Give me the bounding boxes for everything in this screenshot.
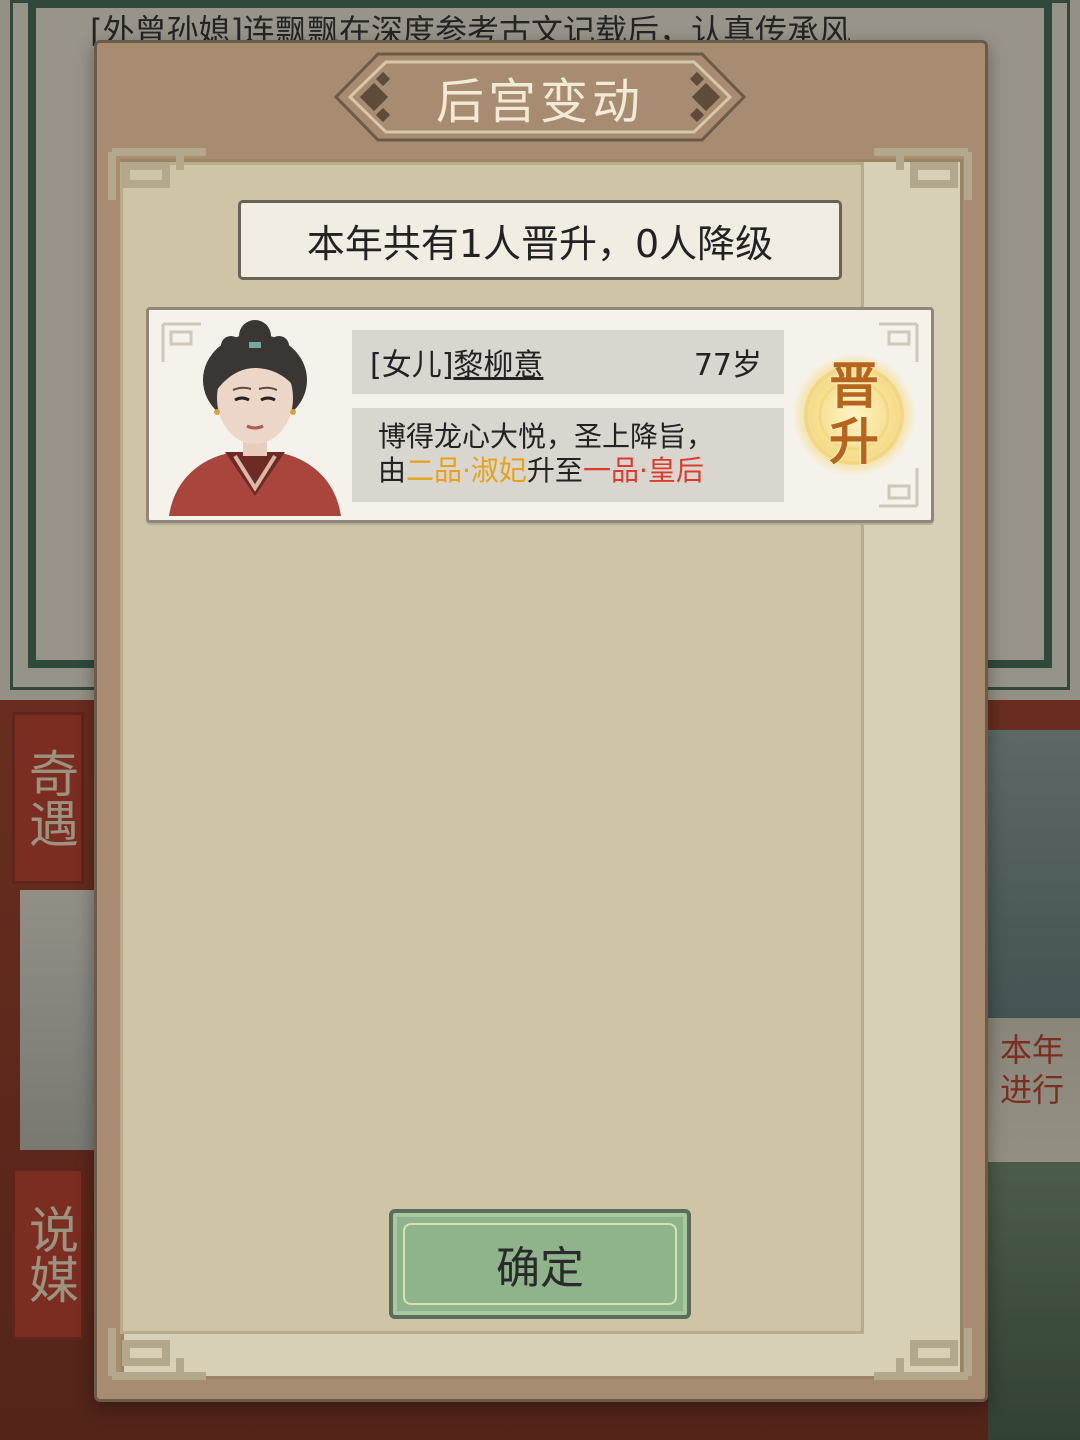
character-info-bar: [女儿]黎柳意 77岁: [352, 330, 784, 394]
character-portrait[interactable]: [165, 316, 345, 516]
promotion-description: 博得龙心大悦，圣上降旨， 由二品·淑妃升至一品·皇后: [352, 408, 784, 502]
from-rank: 二品·淑妃: [406, 454, 527, 487]
character-age: 77岁: [693, 348, 762, 383]
confirm-button-label: 确定: [496, 1243, 584, 1294]
to-prefix: 升至: [526, 454, 583, 487]
to-rank: 一品·皇后: [582, 454, 704, 487]
change-summary: 本年共有1人晋升，0人降级: [238, 200, 842, 280]
promotion-badge-char-1: 晋: [829, 356, 879, 415]
from-prefix: 由: [378, 454, 407, 487]
character-relation: [女儿]: [370, 348, 454, 383]
promotion-badge-char-2: 升: [829, 412, 879, 471]
promotion-card: [女儿]黎柳意 77岁 博得龙心大悦，圣上降旨， 由二品·淑妃升至一品·皇后 晋…: [146, 307, 934, 523]
character-label: [女儿]黎柳意: [370, 340, 543, 384]
lattice-corner-icon: [108, 148, 210, 204]
lattice-corner-icon: [108, 1324, 210, 1380]
lattice-corner-icon: [870, 148, 972, 204]
lattice-corner-icon: [870, 1324, 972, 1380]
confirm-button[interactable]: 确定: [389, 1209, 691, 1319]
promotion-badge-text: 晋 升: [789, 358, 919, 470]
promotion-badge: 晋 升: [789, 350, 919, 480]
character-name-link[interactable]: 黎柳意: [453, 348, 543, 383]
promotion-description-line2: 由二品·淑妃升至一品·皇后: [378, 454, 774, 488]
dialog-title-plaque: 后宫变动: [334, 52, 746, 142]
dialog-title: 后宫变动: [435, 74, 644, 130]
promotion-description-line1: 博得龙心大悦，圣上降旨，: [378, 420, 715, 453]
